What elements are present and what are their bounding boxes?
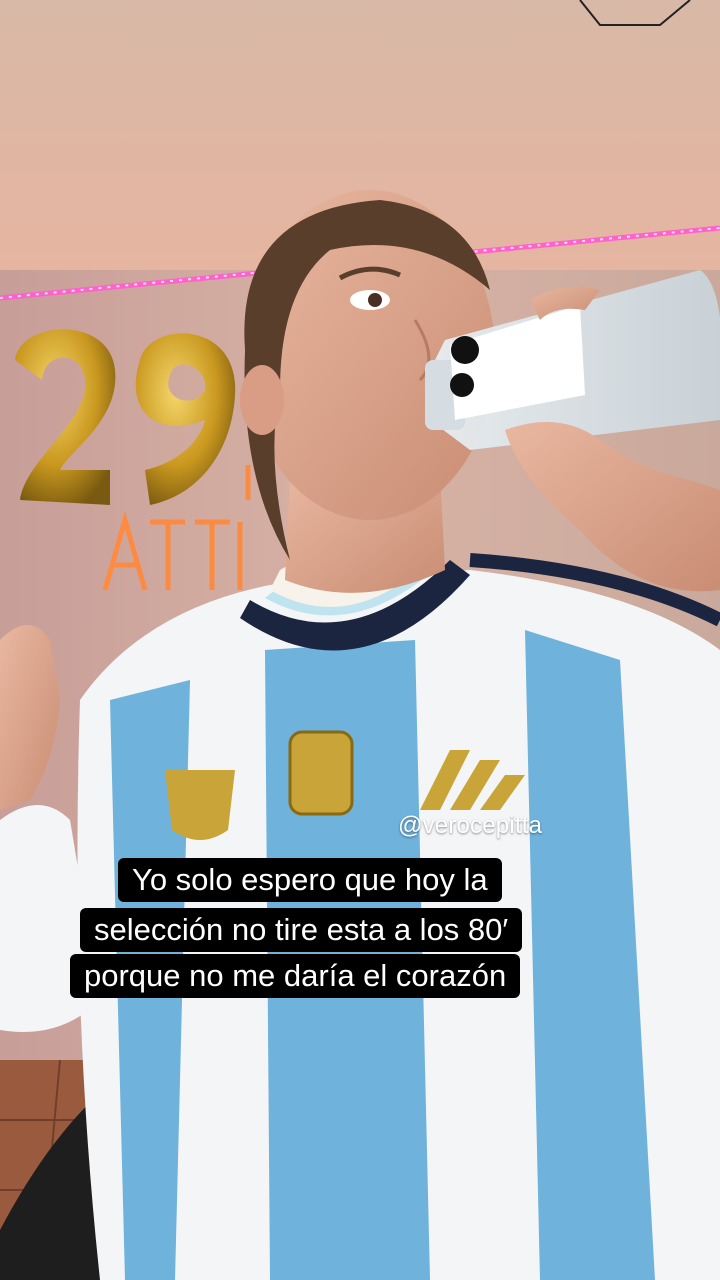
caption-line-3: porque no me daría el corazón: [70, 954, 521, 998]
caption-line-1: Yo solo espero que hoy la: [118, 858, 502, 902]
video-frame: [0, 0, 720, 1280]
caption-line-2: selección no tire esta a los 80′: [80, 908, 523, 952]
creator-watermark: @verocepitta: [398, 812, 543, 839]
